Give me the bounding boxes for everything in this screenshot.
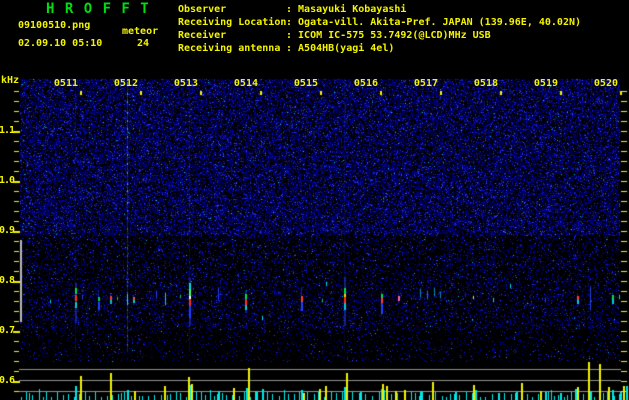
receiver-value: : ICOM IC-575 53.7492(@LCD)MHz USB <box>286 30 491 41</box>
minute-tick-label: 0512 <box>113 78 138 89</box>
antenna-label: Receiving antenna <box>178 43 281 54</box>
freq-tick-label: 0.6 <box>0 375 15 386</box>
minute-tick-label: 0511 <box>53 78 78 89</box>
freq-tick-label: 1.0 <box>0 175 15 186</box>
minute-tick-label: 0517 <box>413 78 438 89</box>
location-value: : Ogata-vill. Akita-Pref. JAPAN (139.96E… <box>286 17 582 28</box>
echo-count-label: 24 <box>137 38 150 49</box>
receiver-label: Receiver <box>178 30 227 41</box>
datetime-label: 02.09.10 05:10 <box>18 38 103 49</box>
minute-tick-label: 0519 <box>533 78 558 89</box>
hrofft-screen: H R O F F T 09100510.png meteor 02.09.10… <box>0 0 629 400</box>
yaxis-unit-label: kHz <box>1 75 20 86</box>
minute-tick-label: 0516 <box>353 78 378 89</box>
minute-tick-label: 0513 <box>173 78 198 89</box>
filename-label: 09100510.png <box>18 20 91 31</box>
freq-tick-label: 0.7 <box>0 325 15 336</box>
minute-tick-label: 0518 <box>473 78 498 89</box>
observer-value: : Masayuki Kobayashi <box>286 4 407 15</box>
freq-tick-label: 0.8 <box>0 275 15 286</box>
observer-label: Observer <box>178 4 227 15</box>
mode-label: meteor <box>122 26 159 37</box>
antenna-value: : A504HB(yagi 4el) <box>286 43 395 54</box>
app-title: H R O F F T <box>46 1 150 17</box>
freq-tick-label: 0.9 <box>0 225 15 236</box>
minute-tick-label: 0515 <box>293 78 318 89</box>
minute-tick-label: 0520 <box>593 78 618 89</box>
minute-tick-label: 0514 <box>233 78 258 89</box>
spectrogram-canvas <box>0 0 629 400</box>
location-label: Receiving Location <box>178 17 287 28</box>
freq-tick-label: 1.1 <box>0 125 15 136</box>
